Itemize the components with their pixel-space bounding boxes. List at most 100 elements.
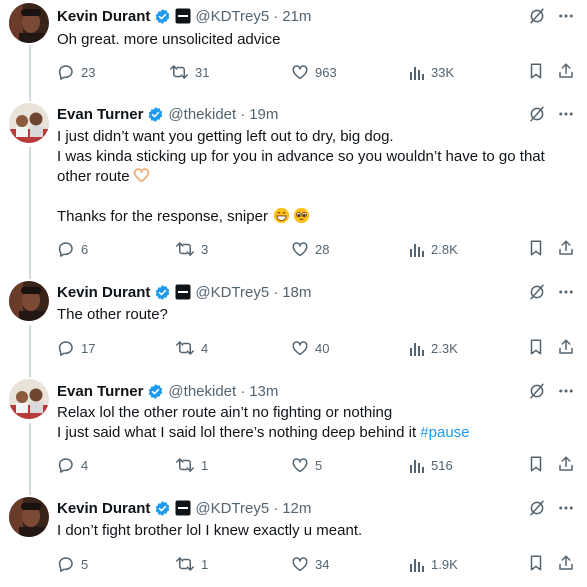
tweet-actions: 17 4 40 2.3K [57, 338, 587, 358]
bookmark-icon[interactable] [527, 554, 545, 577]
repost-count: 3 [201, 241, 209, 257]
repost-button[interactable]: 4 [175, 338, 208, 358]
reply-button[interactable]: 6 [57, 239, 88, 259]
repost-icon [170, 65, 188, 79]
display-name[interactable]: Kevin Durant [57, 284, 150, 301]
reply-button[interactable]: 23 [57, 62, 95, 82]
tweet-text: Relax lol the other route ain’t no fight… [57, 403, 567, 443]
avatar[interactable] [9, 3, 49, 43]
like-button[interactable]: 34 [291, 554, 329, 574]
more-icon[interactable] [557, 499, 575, 517]
timestamp[interactable]: 12m [282, 500, 311, 517]
tweet-header: Kevin Durant @KDTrey5 · 21m [57, 6, 311, 26]
bookmark-icon[interactable] [527, 455, 545, 478]
tweet-header: Kevin Durant @KDTrey5 · 18m [57, 282, 311, 302]
more-icon[interactable] [557, 283, 575, 301]
timestamp[interactable]: 21m [282, 8, 311, 25]
tweet-text-fragment: Thanks for the response, sniper [57, 208, 268, 225]
share-icon[interactable] [557, 62, 575, 85]
user-handle[interactable]: @KDTrey5 [195, 8, 269, 25]
tweet-text: Oh great. more unsolicited advice [57, 30, 567, 50]
like-count: 34 [315, 556, 330, 572]
like-button[interactable]: 28 [291, 239, 329, 259]
bookmark-icon[interactable] [527, 338, 545, 361]
views-button[interactable]: 33K [409, 62, 454, 82]
more-icon[interactable] [557, 382, 575, 400]
affiliate-badge-icon[interactable] [175, 284, 191, 300]
repost-button[interactable]: 1 [175, 455, 208, 475]
bookmark-icon[interactable] [527, 62, 545, 85]
like-button[interactable]: 963 [291, 62, 337, 82]
views-button[interactable]: 516 [409, 455, 453, 475]
repost-count: 1 [201, 556, 209, 572]
display-name[interactable]: Kevin Durant [57, 500, 150, 517]
timestamp[interactable]: 13m [249, 383, 278, 400]
more-icon[interactable] [557, 7, 575, 25]
grok-icon[interactable] [528, 7, 546, 25]
user-handle[interactable]: @KDTrey5 [195, 284, 269, 301]
views-icon [410, 460, 424, 473]
timestamp[interactable]: 18m [282, 284, 311, 301]
share-icon[interactable] [557, 239, 575, 262]
avatar[interactable] [9, 281, 49, 321]
views-count: 2.8K [431, 241, 458, 257]
verified-badge-icon [147, 383, 164, 400]
display-name[interactable]: Evan Turner [57, 383, 143, 400]
avatar[interactable] [9, 103, 49, 143]
reply-count: 23 [81, 64, 96, 80]
like-icon [292, 458, 308, 473]
more-icon[interactable] [557, 105, 575, 123]
share-icon[interactable] [557, 554, 575, 577]
tweet-actions: 6 3 28 2.8K [57, 239, 587, 259]
tweet-header: Kevin Durant @KDTrey5 · 12m [57, 498, 311, 518]
verified-badge-icon [154, 284, 171, 301]
grok-icon[interactable] [528, 105, 546, 123]
reply-count: 4 [81, 457, 89, 473]
views-button[interactable]: 2.8K [409, 239, 458, 259]
avatar[interactable] [9, 379, 49, 419]
reply-button[interactable]: 4 [57, 455, 88, 475]
repost-count: 4 [201, 340, 209, 356]
repost-button[interactable]: 3 [175, 239, 208, 259]
avatar[interactable] [9, 497, 49, 537]
affiliate-badge-icon[interactable] [175, 8, 191, 24]
timestamp[interactable]: 19m [249, 106, 278, 123]
separator-dot: · [273, 283, 279, 301]
grok-icon[interactable] [528, 283, 546, 301]
share-icon[interactable] [557, 338, 575, 361]
like-button[interactable]: 5 [291, 455, 322, 475]
user-handle[interactable]: @KDTrey5 [195, 500, 269, 517]
tweet-text-line: Thanks for the response, sniper [57, 207, 567, 227]
views-button[interactable]: 2.3K [409, 338, 458, 358]
bookmark-icon[interactable] [527, 239, 545, 262]
hashtag-link[interactable]: #pause [420, 424, 469, 441]
reply-button[interactable]: 17 [57, 338, 95, 358]
affiliate-badge-icon[interactable] [175, 500, 191, 516]
grok-icon[interactable] [528, 382, 546, 400]
views-button[interactable]: 1.9K [409, 554, 458, 574]
share-icon[interactable] [557, 455, 575, 478]
separator-dot: · [273, 499, 279, 517]
thread-line [29, 423, 31, 495]
like-icon [292, 242, 308, 257]
user-handle[interactable]: @thekidet [168, 106, 236, 123]
tweet-text-line: I don’t fight brother lol I knew exactly… [57, 522, 363, 539]
tweet-text-line: I just didn’t want you getting left out … [57, 128, 394, 145]
thread-line [29, 45, 31, 101]
repost-button[interactable]: 31 [169, 62, 209, 82]
verified-badge-icon [154, 8, 171, 25]
repost-button[interactable]: 1 [175, 554, 208, 574]
display-name[interactable]: Kevin Durant [57, 8, 150, 25]
like-count: 40 [315, 340, 330, 356]
tweet-header: Evan Turner @thekidet · 13m [57, 381, 278, 401]
reply-icon [58, 65, 73, 80]
reply-button[interactable]: 5 [57, 554, 88, 574]
tweet-header: Evan Turner @thekidet · 19m [57, 104, 278, 124]
user-handle[interactable]: @thekidet [168, 383, 236, 400]
like-button[interactable]: 40 [291, 338, 329, 358]
tweet-text-line: The other route? [57, 306, 168, 323]
reply-count: 5 [81, 556, 89, 572]
display-name[interactable]: Evan Turner [57, 106, 143, 123]
grok-icon[interactable] [528, 499, 546, 517]
